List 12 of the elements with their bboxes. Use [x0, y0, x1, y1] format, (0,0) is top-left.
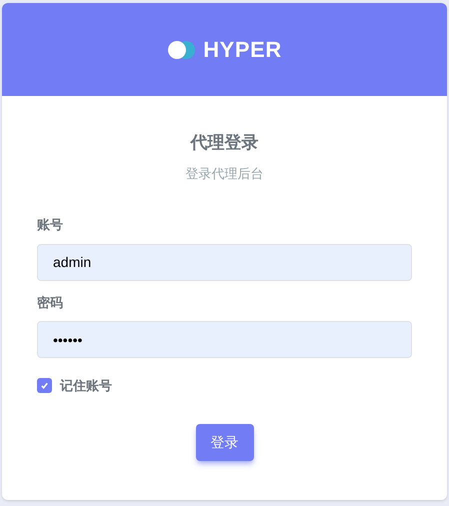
field-label: 账号 [37, 216, 64, 234]
remember-label: 记住账号 [60, 377, 112, 395]
input-field[interactable]: •••••• [37, 321, 412, 358]
remember-checkbox[interactable] [37, 378, 52, 394]
logo-text: HYPER [203, 36, 282, 64]
login-button[interactable]: 登录 [196, 424, 254, 460]
logo-icon [167, 40, 198, 60]
login-title: 代理登录 [190, 132, 258, 154]
check-icon [40, 381, 49, 390]
login-subtitle: 登录代理后台 [186, 164, 264, 182]
field-label: 密码 [37, 294, 64, 312]
input-field[interactable]: admin [37, 244, 412, 280]
